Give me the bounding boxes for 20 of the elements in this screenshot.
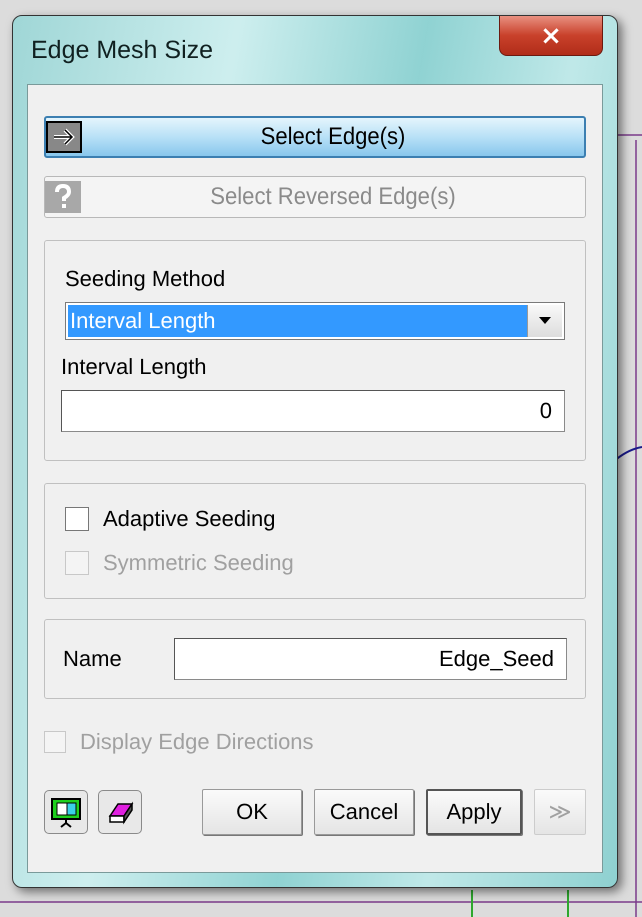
window-title: Edge Mesh Size (31, 36, 214, 65)
close-button[interactable]: × (499, 16, 603, 56)
select-edge-button[interactable]: Select Edge(s) (44, 116, 586, 158)
checkbox-label: Display Edge Directions (80, 729, 314, 755)
dialog-button[interactable]: OK (202, 789, 302, 835)
dialog-button[interactable]: Apply (426, 789, 522, 835)
eraser-button[interactable] (98, 790, 142, 834)
interval-length-label: Interval Length (61, 354, 208, 380)
name-label: Name (63, 646, 122, 672)
monitor-icon (50, 796, 82, 828)
question-icon (45, 181, 81, 213)
name-field[interactable]: Edge_Seed (174, 638, 567, 680)
checkbox-label: Adaptive Seeding (103, 506, 276, 532)
checkbox[interactable] (65, 507, 89, 531)
checkbox-label: Symmetric Seeding (103, 550, 294, 576)
dropdown-arrow-icon (539, 317, 551, 325)
dialog-button[interactable]: Cancel (314, 789, 414, 835)
seeding-method-label: Seeding Method (65, 266, 226, 292)
monitor-button[interactable] (44, 790, 88, 834)
interval-length-field[interactable]: 0 (61, 390, 565, 432)
